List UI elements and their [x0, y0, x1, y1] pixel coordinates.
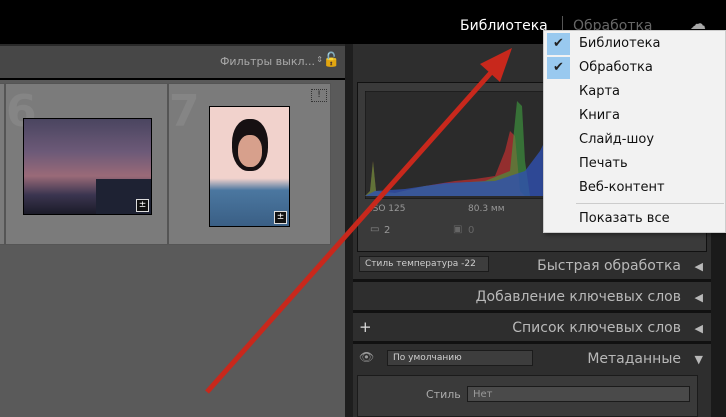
check-icon: ✔ — [547, 57, 570, 79]
menu-label: Книга — [579, 108, 620, 123]
menu-item-book[interactable]: Книга — [544, 104, 725, 128]
menu-item-slideshow[interactable]: Слайд-шоу — [544, 128, 725, 152]
menu-label: Показать все — [579, 211, 670, 226]
menu-item-print[interactable]: Печать — [544, 152, 725, 176]
check-icon: ✔ — [547, 33, 570, 55]
menu-label: Печать — [579, 156, 628, 171]
menu-label: Веб-контент — [579, 180, 665, 195]
menu-item-library[interactable]: ✔ Библиотека — [544, 32, 725, 56]
menu-item-show-all[interactable]: Показать все — [544, 207, 725, 231]
menu-label: Слайд-шоу — [579, 132, 655, 147]
menu-item-develop[interactable]: ✔ Обработка — [544, 56, 725, 80]
menu-item-map[interactable]: Карта — [544, 80, 725, 104]
module-context-menu: ✔ Библиотека ✔ Обработка Карта Книга Слайд… — [543, 30, 726, 233]
menu-label: Обработка — [579, 60, 653, 75]
menu-separator — [576, 203, 724, 204]
menu-label: Библиотека — [579, 36, 661, 51]
menu-item-web[interactable]: Веб-контент — [544, 176, 725, 200]
menu-label: Карта — [579, 84, 620, 99]
